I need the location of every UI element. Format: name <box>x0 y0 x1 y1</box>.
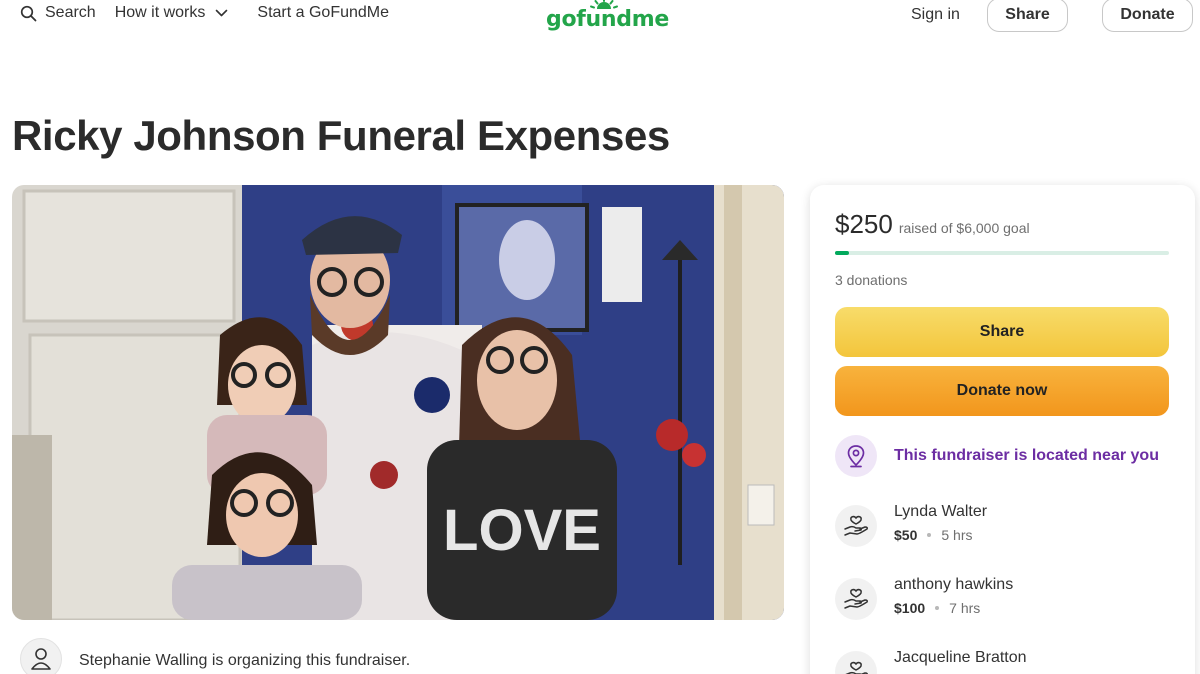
donate-now-button[interactable]: Donate now <box>835 366 1169 416</box>
start-gofundme-link[interactable]: Start a GoFundMe <box>257 4 389 22</box>
sign-in-link[interactable]: Sign in <box>911 6 960 24</box>
donation-card: $250 raised of $6,000 goal 3 donations S… <box>810 185 1195 674</box>
how-it-works-label: How it works <box>114 4 206 21</box>
donations-count[interactable]: 3 donations <box>835 272 907 288</box>
donate-button-header[interactable]: Donate <box>1102 0 1193 32</box>
donation-amount: $50 <box>894 527 918 543</box>
donor-name: Jacqueline Bratton <box>894 649 1027 666</box>
donation-hand-heart-icon <box>835 505 877 547</box>
campaign-title: Ricky Johnson Funeral Expenses <box>12 112 670 159</box>
location-pin-icon <box>835 435 877 477</box>
organizer-avatar <box>20 638 62 674</box>
donation-amount: $100 <box>894 600 926 616</box>
organizer-text: Stephanie Walling is organizing this fun… <box>79 652 411 669</box>
search-label: Search <box>45 4 96 21</box>
donation-item: anthony hawkins $100 7 hrs <box>835 576 1013 620</box>
search-icon <box>20 5 37 21</box>
share-button-header[interactable]: Share <box>987 0 1068 32</box>
nearby-notice[interactable]: This fundraiser is located near you <box>835 435 1159 477</box>
start-gofundme-label: Start a GoFundMe <box>257 4 390 21</box>
raised-amount: $250 <box>835 209 893 239</box>
goal-text: raised of $6,000 goal <box>898 220 1030 236</box>
how-it-works-menu[interactable]: How it works <box>115 4 229 22</box>
donor-name: Lynda Walter <box>894 503 988 520</box>
progress-bar-fill <box>835 251 849 255</box>
donation-hand-heart-icon <box>835 651 877 674</box>
organizer-row: Stephanie Walling is organizing this fun… <box>20 638 410 674</box>
raised-summary: $250 raised of $6,000 goal <box>835 209 1030 240</box>
donation-item: Jacqueline Bratton <box>835 649 1027 674</box>
progress-bar <box>835 251 1169 255</box>
donation-item: Lynda Walter $50 5 hrs <box>835 503 987 547</box>
nearby-text: This fundraiser is located near you <box>894 447 1159 464</box>
gofundme-logo[interactable]: gofundme <box>546 0 669 34</box>
nav-left: Search How it works Start a GoFundMe <box>20 4 389 22</box>
donation-time: 7 hrs <box>949 600 981 616</box>
search-link[interactable]: Search <box>20 4 96 22</box>
top-nav: Search How it works Start a GoFundMe gof… <box>0 0 1200 34</box>
donor-name: anthony hawkins <box>894 576 1014 593</box>
share-button[interactable]: Share <box>835 307 1169 357</box>
photo-shirt-text: LOVE <box>443 498 601 563</box>
separator-dot <box>927 533 932 537</box>
logo-text: gofundme <box>546 7 669 32</box>
donation-hand-heart-icon <box>835 578 877 620</box>
campaign-photo[interactable]: LOVE <box>12 185 784 620</box>
user-icon <box>31 648 51 670</box>
donation-time: 5 hrs <box>941 527 973 543</box>
chevron-down-icon <box>216 9 228 16</box>
separator-dot <box>935 606 940 610</box>
